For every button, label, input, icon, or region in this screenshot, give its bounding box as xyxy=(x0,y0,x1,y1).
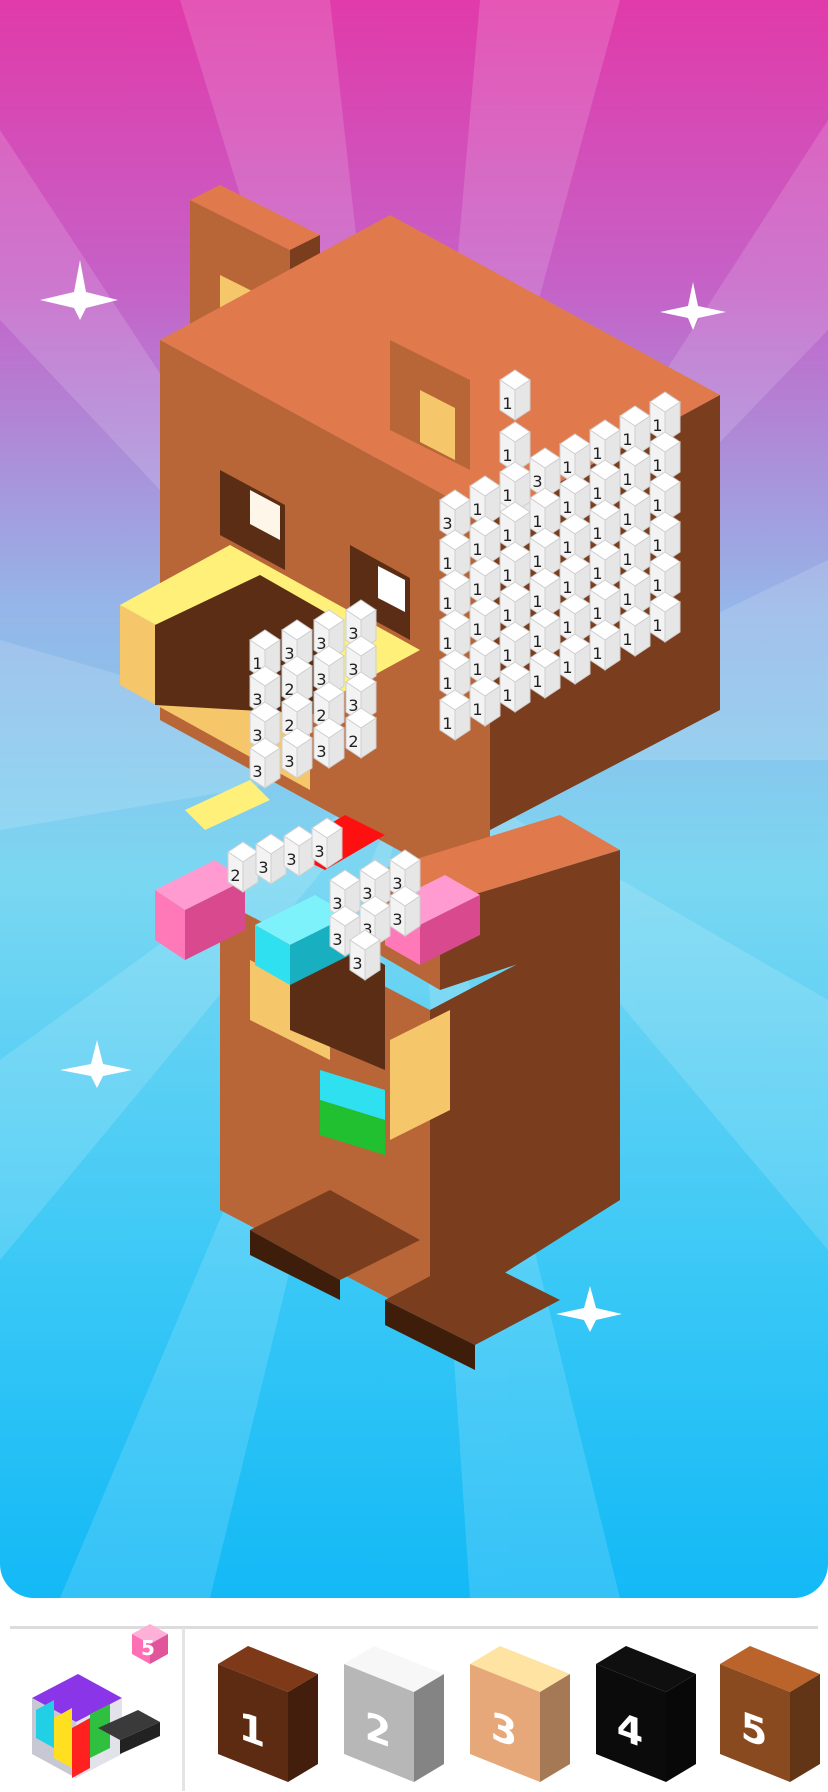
cube-number: 1 xyxy=(592,444,602,463)
cube-number: 1 xyxy=(442,634,452,653)
numbered-cube[interactable]: 3 xyxy=(255,833,287,885)
cube-number: 1 xyxy=(502,566,512,585)
cube-number: 1 xyxy=(622,590,632,609)
palette-swatch-3[interactable]: 3 xyxy=(470,1644,576,1784)
cube-number: 1 xyxy=(652,536,662,555)
puzzle-canvas[interactable]: 1 1 1 3 1 1 3 1 1 1 1 1 1 1 1 1 1 1 1 1 1 1 1 1 1 1 1 1 1 1 1 1 1 1 1 1 1 1 1 1… xyxy=(0,0,828,1598)
cube-number: 1 xyxy=(592,644,602,663)
cube-number: 1 xyxy=(472,540,482,559)
palette-swatch-4[interactable]: 4 xyxy=(596,1644,702,1784)
palette-swatch-1[interactable]: 1 xyxy=(218,1644,324,1784)
palette-swatch-5[interactable]: 5 xyxy=(720,1644,826,1784)
cube-number: 1 xyxy=(442,674,452,693)
cube-number: 1 xyxy=(532,672,542,691)
cube-number: 3 xyxy=(392,910,402,929)
palette-swatch-2[interactable]: 2 xyxy=(344,1644,450,1784)
numbered-cube[interactable]: 3 xyxy=(349,929,381,981)
numbered-cube[interactable]: 1 xyxy=(469,675,501,727)
cube-number: 1 xyxy=(532,632,542,651)
cube-number: 1 xyxy=(622,630,632,649)
cube-number: 1 xyxy=(472,620,482,639)
cube-number: 3 xyxy=(284,752,294,771)
cube-number: 1 xyxy=(562,578,572,597)
cube-number: 1 xyxy=(442,594,452,613)
cube-number: 1 xyxy=(502,486,512,505)
cube-number: 1 xyxy=(652,496,662,515)
cube-number: 3 xyxy=(286,850,296,869)
cube-number: 1 xyxy=(592,484,602,503)
cube-number: 3 xyxy=(258,858,268,877)
cube-number: 1 xyxy=(652,616,662,635)
cube-number: 1 xyxy=(562,538,572,557)
tool-badge-count: 5 xyxy=(141,1636,155,1660)
palette-separator xyxy=(182,1628,185,1791)
cube-number: 1 xyxy=(472,500,482,519)
color-palette-bar: 5 1 2 3 4 5 xyxy=(0,1598,828,1791)
cube-number: 1 xyxy=(622,550,632,569)
cube-number: 1 xyxy=(592,524,602,543)
numbered-cube[interactable]: 1 xyxy=(559,633,591,685)
cube-number: 3 xyxy=(352,954,362,973)
cube-number: 1 xyxy=(562,458,572,477)
cube-number: 1 xyxy=(442,714,452,733)
cube-number: 2 xyxy=(230,866,240,885)
numbered-cube[interactable]: 1 xyxy=(529,647,561,699)
cube-number: 1 xyxy=(502,606,512,625)
numbered-cube[interactable]: 3 xyxy=(281,727,313,779)
cube-number: 1 xyxy=(472,580,482,599)
cube-number: 1 xyxy=(562,498,572,517)
voxel-model[interactable]: 1 1 1 3 1 1 3 1 1 1 1 1 1 1 1 1 1 1 1 1 1 1 1 1 1 1 1 1 1 1 1 1 1 1 1 1 1 1 1 1… xyxy=(0,0,828,1598)
cube-number: 1 xyxy=(442,554,452,573)
cube-number: 3 xyxy=(316,742,326,761)
cube-number: 3 xyxy=(332,930,342,949)
numbered-cube[interactable]: 1 xyxy=(499,661,531,713)
cube-number: 1 xyxy=(502,686,512,705)
cube-number: 1 xyxy=(592,564,602,583)
cube-number: 1 xyxy=(562,618,572,637)
cube-number: 1 xyxy=(502,394,512,413)
cube-number: 1 xyxy=(592,604,602,623)
cube-number: 1 xyxy=(622,470,632,489)
numbered-cube[interactable]: 3 xyxy=(389,885,421,937)
cube-number: 3 xyxy=(532,472,542,491)
numbered-cube[interactable]: 2 xyxy=(227,841,259,893)
numbered-cube[interactable]: 1 xyxy=(619,605,651,657)
cube-number: 1 xyxy=(532,552,542,571)
cube-number: 3 xyxy=(442,514,452,533)
numbered-cube[interactable]: 1 xyxy=(499,369,531,421)
numbered-cube[interactable]: 3 xyxy=(313,717,345,769)
numbered-cube[interactable]: 1 xyxy=(439,689,471,741)
numbered-cube[interactable]: 3 xyxy=(249,737,281,789)
cube-number: 1 xyxy=(622,430,632,449)
cube-number: 1 xyxy=(622,510,632,529)
fill-tool-button[interactable]: 5 xyxy=(18,1618,178,1788)
cube-number: 1 xyxy=(652,416,662,435)
cube-number: 2 xyxy=(348,732,358,751)
cube-number: 1 xyxy=(502,526,512,545)
numbered-cube[interactable]: 1 xyxy=(649,591,681,643)
cube-number: 1 xyxy=(532,512,542,531)
numbered-cube[interactable]: 1 xyxy=(589,619,621,671)
cube-number: 1 xyxy=(502,646,512,665)
numbered-cube[interactable]: 3 xyxy=(283,825,315,877)
cube-number: 1 xyxy=(652,456,662,475)
cube-number: 1 xyxy=(532,592,542,611)
numbered-cube[interactable]: 2 xyxy=(345,707,377,759)
cube-number: 1 xyxy=(652,576,662,595)
cube-number: 3 xyxy=(252,762,262,781)
cube-number: 1 xyxy=(502,446,512,465)
cube-number: 1 xyxy=(472,700,482,719)
cube-number: 3 xyxy=(314,842,324,861)
numbered-cube[interactable]: 3 xyxy=(311,817,343,869)
cube-number: 1 xyxy=(562,658,572,677)
cube-number: 1 xyxy=(472,660,482,679)
